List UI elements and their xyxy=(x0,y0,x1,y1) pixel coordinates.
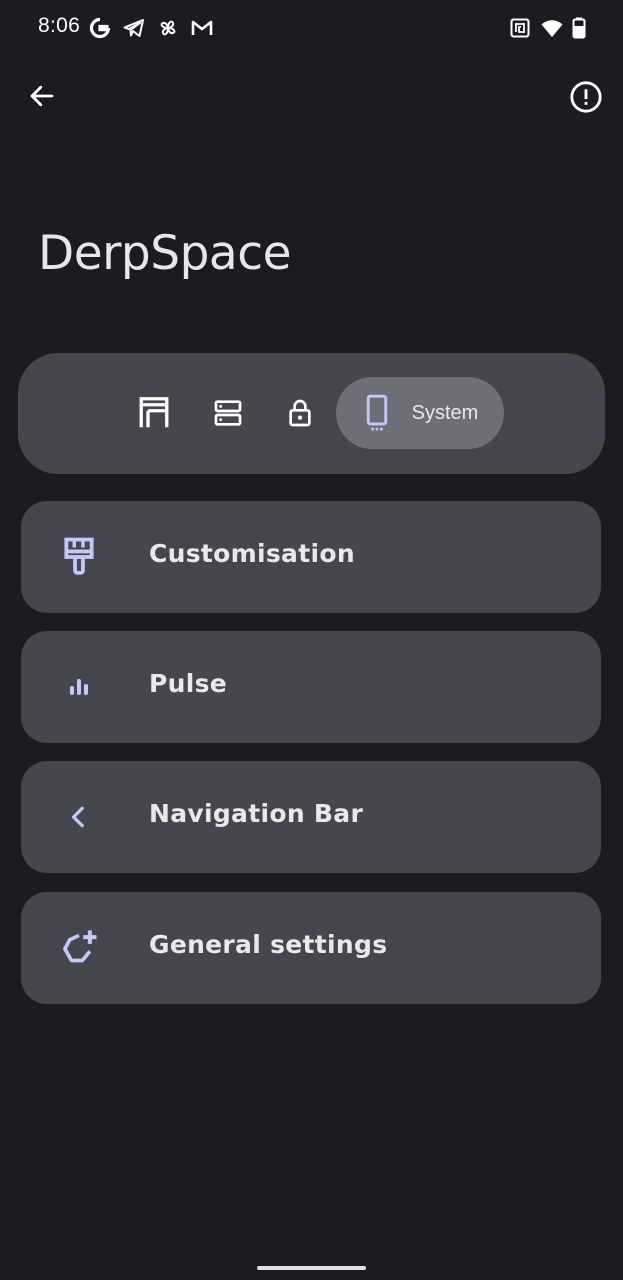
tab-system-label: System xyxy=(411,401,479,424)
tab-lockscreen[interactable] xyxy=(270,377,330,449)
wifi-icon xyxy=(540,16,564,40)
quick-settings-icon xyxy=(214,400,242,426)
menu-item-pulse[interactable]: Pulse xyxy=(21,631,601,743)
menu-item-label: Pulse xyxy=(149,669,228,698)
nfc-icon xyxy=(508,16,532,40)
home-gesture-bar[interactable] xyxy=(257,1266,366,1270)
info-button[interactable] xyxy=(566,77,606,117)
phone-icon xyxy=(366,394,387,431)
gmail-icon xyxy=(190,16,214,40)
paint-brush-icon xyxy=(57,535,101,579)
gear-add-icon xyxy=(57,926,101,970)
status-bar: 8:06 xyxy=(0,0,623,56)
menu-item-customisation[interactable]: Customisation xyxy=(21,501,601,613)
status-time: 8:06 xyxy=(38,14,81,37)
tab-system[interactable]: System xyxy=(336,377,504,449)
menu-item-label: Navigation Bar xyxy=(149,799,364,828)
menu-item-label: Customisation xyxy=(149,539,355,568)
menu-item-label: General settings xyxy=(149,930,388,959)
info-outline-icon xyxy=(570,81,602,113)
tab-statusbar[interactable] xyxy=(124,377,184,449)
statusbar-icon xyxy=(139,397,169,428)
lock-icon xyxy=(289,399,311,427)
menu-item-navigation-bar[interactable]: Navigation Bar xyxy=(21,761,601,873)
battery-icon xyxy=(567,16,591,40)
back-button[interactable] xyxy=(22,76,62,116)
chevron-left-icon xyxy=(57,795,101,839)
menu-item-general-settings[interactable]: General settings xyxy=(21,892,601,1004)
telegram-icon xyxy=(122,16,146,40)
google-icon xyxy=(88,16,112,40)
arrow-back-icon xyxy=(30,85,54,107)
pinwheel-icon xyxy=(156,16,180,40)
equalizer-icon xyxy=(57,665,101,709)
tab-quick-settings[interactable] xyxy=(198,377,258,449)
settings-screen: 8:06 DerpSpace System Customisation Puls… xyxy=(0,0,623,1280)
category-tab-bar: System xyxy=(18,353,605,474)
page-title: DerpSpace xyxy=(38,226,292,281)
